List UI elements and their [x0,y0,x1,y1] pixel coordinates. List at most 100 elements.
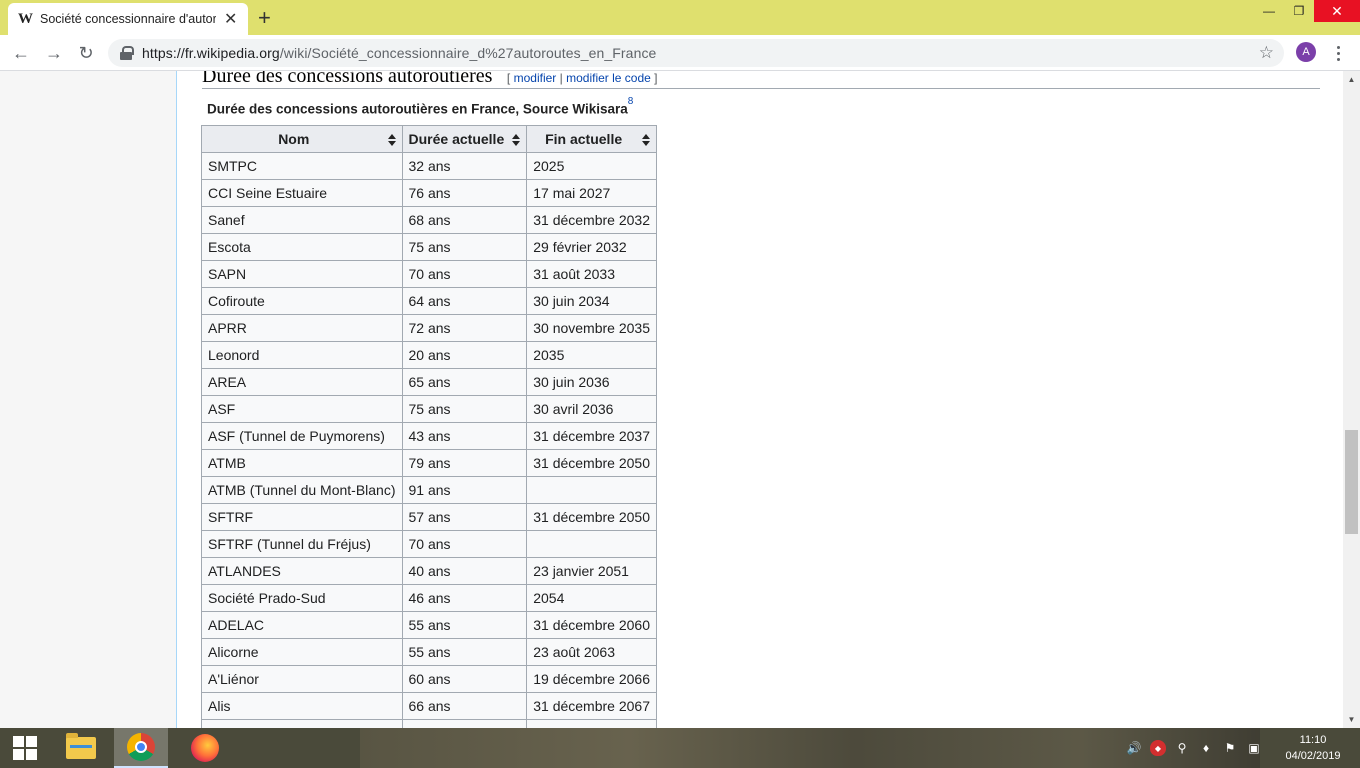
cell-nom: A'Liénor [201,665,403,693]
cell-fin: 31 décembre 2060 [526,611,657,639]
reload-icon[interactable]: ↻ [74,41,98,65]
browser-toolbar: ← → ↻ https://fr.wikipedia.org/wiki/Soci… [0,35,1360,71]
cell-nom: SAPN [201,260,403,288]
cell-nom: Leonord [201,341,403,369]
display-icon[interactable]: ▣ [1246,740,1262,756]
table-row: SAPN 70 ans 31 août 2033 [201,260,657,288]
close-window-button[interactable]: ✕ [1314,0,1360,22]
sortable-header-duree[interactable]: Durée actuelle [401,125,528,153]
cell-duree: 91 ans [401,476,528,504]
url-text[interactable]: https://fr.wikipedia.org/wiki/Société_co… [142,45,656,61]
scroll-up-icon[interactable]: ▲ [1343,71,1360,88]
cell-nom: ADELAC [201,611,403,639]
window-controls: — ❐ ✕ [1254,0,1360,22]
table-row: AREA 65 ans 30 juin 2036 [201,368,657,396]
cell-fin: 2054 [526,584,657,612]
table-row: Cofiroute 64 ans 30 juin 2034 [201,287,657,315]
restore-button[interactable]: ❐ [1284,0,1314,22]
table-row: ASF 75 ans 30 avril 2036 [201,395,657,423]
browser-tab[interactable]: W Société concessionnaire d'autoro ✕ [8,3,248,35]
cell-duree: 66 ans [401,692,528,720]
minimize-button[interactable]: — [1254,0,1284,22]
cell-duree: 60 ans [401,665,528,693]
cell-nom: Alis [201,692,403,720]
taskbar-clock[interactable]: 11:10 04/02/2019 [1280,732,1346,764]
cell-nom: ATMB (Tunnel du Mont-Blanc) [201,476,403,504]
cell-duree: 75 ans [401,233,528,261]
table-row: A'Liénor 60 ans 19 décembre 2066 [201,665,657,693]
cell-nom: Société Prado-Sud [201,584,403,612]
cell-fin: 31 décembre 2050 [526,503,657,531]
network-icon[interactable]: ⚲ [1174,740,1190,756]
cell-fin: 31 décembre 2067 [526,692,657,720]
sortable-header-fin[interactable]: Fin actuelle [526,125,657,153]
table-row-partial [201,719,657,728]
cell-duree: 55 ans [401,638,528,666]
lock-icon[interactable] [120,46,134,60]
cell-duree: 72 ans [401,314,528,342]
file-explorer-button[interactable] [56,728,106,768]
wallpaper-strip [360,728,1260,768]
vertical-scrollbar[interactable]: ▲ ▼ [1343,71,1360,728]
start-button[interactable] [0,728,50,768]
table-row: ATMB (Tunnel du Mont-Blanc) 91 ans [201,476,657,504]
cell-duree: 70 ans [401,260,528,288]
edit-links: [ modifier | modifier le code ] [506,71,658,85]
security-icon[interactable]: ♦ [1198,740,1214,756]
cell-duree: 57 ans [401,503,528,531]
table-row: Leonord 20 ans 2035 [201,341,657,369]
cell-nom: ATLANDES [201,557,403,585]
clock-date: 04/02/2019 [1285,750,1341,762]
scroll-down-icon[interactable]: ▼ [1343,711,1360,728]
table-row: ADELAC 55 ans 31 décembre 2060 [201,611,657,639]
windows-logo-icon [13,736,37,760]
cell-fin [526,530,657,558]
cell-duree: 65 ans [401,368,528,396]
cell-nom: Alicorne [201,638,403,666]
cell-nom: Escota [201,233,403,261]
table-row: Alicorne 55 ans 23 août 2063 [201,638,657,666]
reference-link[interactable]: 8 [628,96,634,107]
cell-fin: 31 décembre 2037 [526,422,657,450]
edit-source-link[interactable]: modifier le code [566,71,651,85]
firefox-taskbar-button[interactable] [180,728,230,768]
tab-close-icon[interactable]: ✕ [224,9,237,29]
back-icon[interactable]: ← [9,41,33,65]
cell-nom: Sanef [201,206,403,234]
cell-nom: SMTPC [201,152,403,180]
cell-fin: 30 juin 2034 [526,287,657,315]
cell-duree: 75 ans [401,395,528,423]
folder-icon [66,733,96,759]
sort-icon [642,134,650,146]
antivirus-shield-icon[interactable]: ◆ [1150,740,1166,756]
forward-icon[interactable]: → [42,41,66,65]
wikipedia-favicon-icon: W [18,10,33,27]
cell-fin: 31 août 2033 [526,260,657,288]
edit-link[interactable]: modifier [514,71,557,85]
cell-duree: 68 ans [401,206,528,234]
address-bar[interactable]: https://fr.wikipedia.org/wiki/Société_co… [108,39,1284,67]
bookmark-star-icon[interactable]: ☆ [1259,43,1274,63]
cell-duree: 70 ans [401,530,528,558]
cell-fin: 31 décembre 2050 [526,449,657,477]
cell-duree: 40 ans [401,557,528,585]
cell-fin: 31 décembre 2032 [526,206,657,234]
volume-icon[interactable]: 🔊 [1126,740,1142,756]
scroll-thumb[interactable] [1345,430,1358,534]
cell-duree: 32 ans [401,152,528,180]
table-row: ATMB 79 ans 31 décembre 2050 [201,449,657,477]
table-row: CCI Seine Estuaire 76 ans 17 mai 2027 [201,179,657,207]
system-tray: 🔊 ◆ ⚲ ♦ ⚑ ▣ [1126,728,1262,768]
sortable-header-nom[interactable]: Nom [201,125,403,153]
profile-avatar[interactable]: A [1296,42,1316,62]
flag-icon[interactable]: ⚑ [1222,740,1238,756]
cell-nom: SFTRF [201,503,403,531]
article-body: Durée des concessions autoroutières [ mo… [176,71,1343,728]
cell-fin: 30 novembre 2035 [526,314,657,342]
sort-icon [387,134,396,146]
cell-duree: 76 ans [401,179,528,207]
section-title: Durée des concessions autoroutières [202,71,493,87]
chrome-taskbar-button[interactable] [114,728,168,768]
new-tab-button[interactable]: + [258,5,271,31]
kebab-menu-icon[interactable] [1330,41,1346,65]
